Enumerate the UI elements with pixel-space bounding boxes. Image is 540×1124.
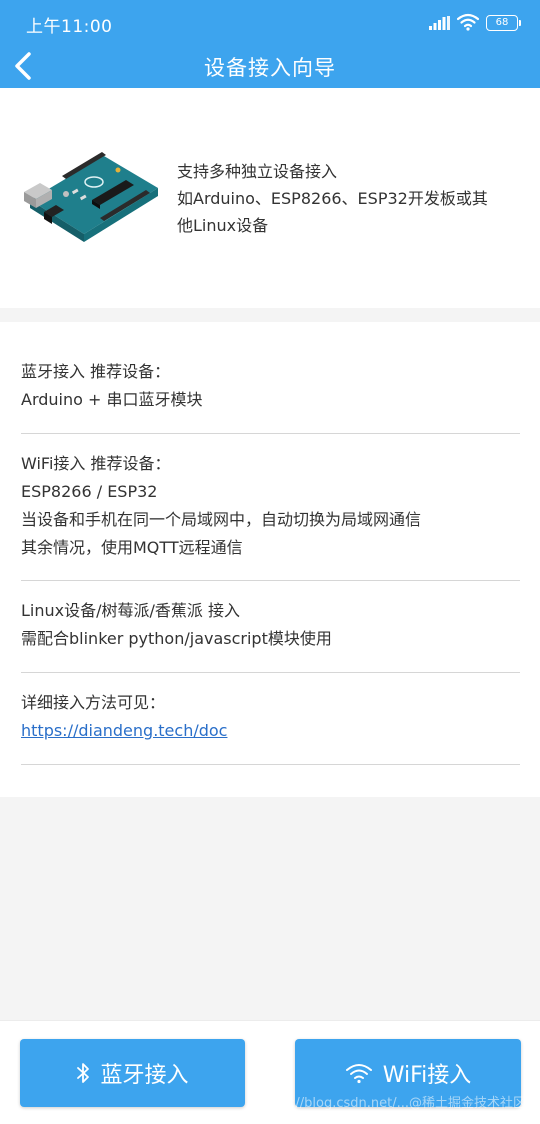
wifi-icon: [345, 1064, 372, 1084]
page-title: 设备接入向导: [204, 56, 336, 80]
intro-line: 他Linux设备: [177, 216, 269, 235]
section-docs: 详细接入方法可见： https://diandeng.tech/doc: [21, 689, 520, 765]
wifi-icon: [457, 13, 479, 31]
bluetooth-icon: [77, 1063, 90, 1083]
section-line: Arduino + 串口蓝牙模块: [21, 390, 203, 409]
info-card: 蓝牙接入 推荐设备： Arduino + 串口蓝牙模块 WiFi接入 推荐设备：…: [0, 322, 540, 797]
section-line: 当设备和手机在同一个局域网中，自动切换为局域网通信: [21, 510, 422, 529]
intro-description: 支持多种独立设备接入 如Arduino、ESP8266、ESP32开发板或其 他…: [177, 158, 522, 239]
section-line: ESP8266 / ESP32: [21, 482, 158, 501]
section-line: Linux设备/树莓派/香蕉派 接入: [21, 601, 240, 620]
intro-card: 支持多种独立设备接入 如Arduino、ESP8266、ESP32开发板或其 他…: [0, 88, 540, 308]
nav-bar: 设备接入向导: [0, 44, 540, 88]
battery-icon: 68: [486, 15, 521, 31]
intro-line: 如Arduino、ESP8266、ESP32开发板或其: [177, 189, 488, 208]
section-line: WiFi接入 推荐设备：: [21, 454, 171, 473]
wifi-button-label: WiFi接入: [382, 1063, 472, 1088]
section-bluetooth: 蓝牙接入 推荐设备： Arduino + 串口蓝牙模块: [21, 358, 520, 434]
bluetooth-connect-button[interactable]: 蓝牙接入: [20, 1039, 245, 1107]
section-line: 详细接入方法可见：: [21, 693, 166, 712]
docs-link[interactable]: https://diandeng.tech/doc: [21, 721, 227, 740]
section-linux: Linux设备/树莓派/香蕉派 接入 需配合blinker python/jav…: [21, 597, 520, 673]
signal-icon: [429, 16, 450, 30]
status-bar: 上午11:00 68: [0, 0, 540, 44]
watermark: https://blog.csdn.net/...@稀土掘金技术社区: [257, 1096, 526, 1111]
bluetooth-button-label: 蓝牙接入: [100, 1063, 189, 1088]
status-time: 上午11:00: [26, 17, 113, 37]
section-line: 其余情况，使用MQTT远程通信: [21, 538, 243, 557]
section-line: 需配合blinker python/javascript模块使用: [21, 629, 332, 648]
section-line: 蓝牙接入 推荐设备：: [21, 362, 171, 381]
section-wifi: WiFi接入 推荐设备： ESP8266 / ESP32 当设备和手机在同一个局…: [21, 450, 520, 581]
intro-line: 支持多种独立设备接入: [177, 162, 338, 181]
arduino-board-image: [24, 152, 158, 242]
